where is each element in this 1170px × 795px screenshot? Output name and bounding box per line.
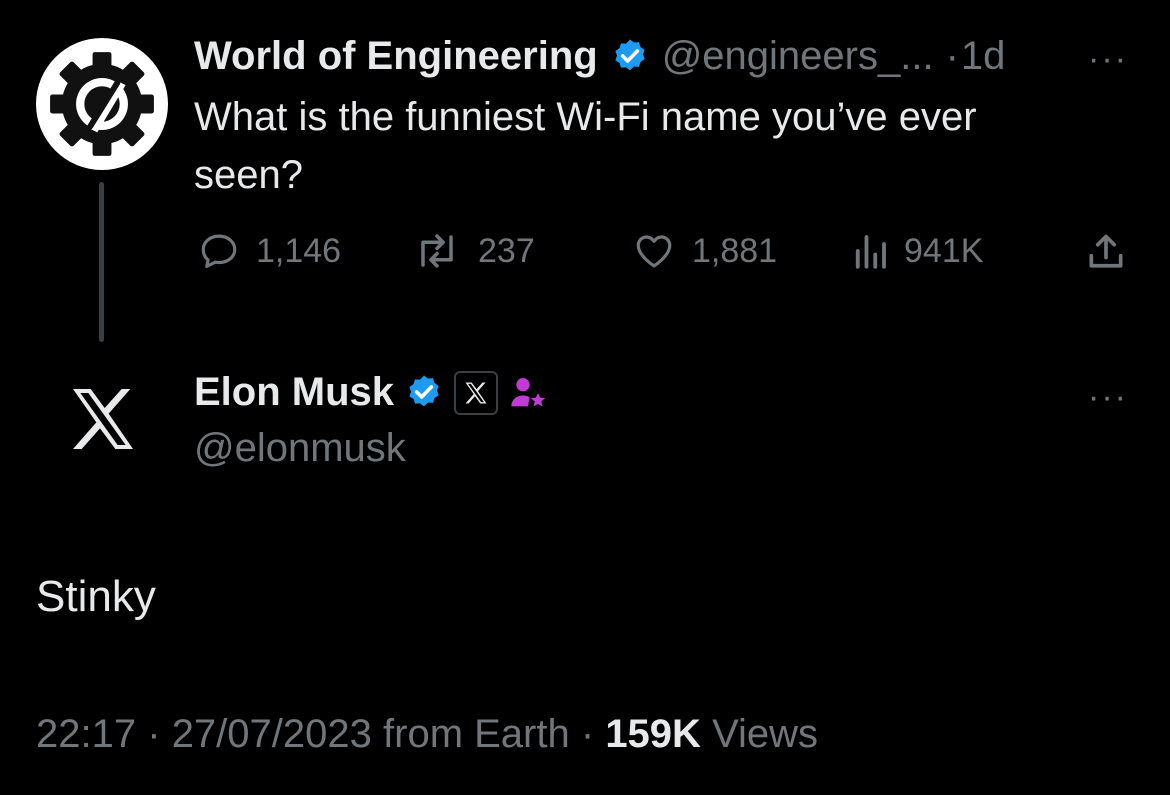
post-date[interactable]: 27/07/2023	[172, 712, 372, 756]
dot-separator: ·	[945, 34, 959, 78]
like-button[interactable]: 1,881	[630, 230, 777, 272]
tweet-meta-footer: 22:17 · 27/07/2023 from Earth · 159K Vie…	[36, 712, 818, 757]
like-count: 1,881	[692, 231, 778, 270]
reply-more-options-button[interactable]: ···	[1088, 378, 1128, 417]
retweet-icon	[421, 234, 453, 268]
tweet-text: What is the funniest Wi-Fi name you’ve e…	[194, 95, 977, 197]
analytics-bars-icon	[855, 235, 886, 269]
reply-author-handle[interactable]: @elonmusk	[194, 426, 406, 471]
author-handle[interactable]: @engineers_...	[662, 34, 934, 79]
x-logo-icon	[465, 382, 487, 403]
gear-wrench-icon	[50, 52, 154, 156]
share-icon	[1089, 234, 1123, 268]
elon-avatar[interactable]	[60, 376, 146, 462]
share-button[interactable]	[1084, 230, 1128, 279]
post-time[interactable]: 22:17	[36, 712, 136, 756]
reply-icon	[201, 234, 237, 268]
original-tweet-header: World of Engineering @engineers_... · 1d	[194, 34, 1005, 79]
retweet-count: 237	[478, 231, 535, 270]
dot-separator: ·	[580, 712, 595, 756]
thread-connector-line	[99, 182, 104, 342]
retweet-button[interactable]: 237	[410, 230, 535, 272]
heart-icon	[636, 235, 672, 268]
verified-badge-icon	[409, 375, 439, 406]
views-total[interactable]: 159K	[605, 712, 701, 756]
reply-text: Stinky	[36, 572, 156, 621]
person-star-icon	[511, 377, 546, 406]
x-logo-icon	[73, 389, 133, 449]
reply-tweet-header: Elon Musk	[194, 370, 548, 415]
verified-badge-icon	[615, 39, 645, 70]
more-options-button[interactable]: ···	[1088, 40, 1128, 79]
views-count: 941K	[904, 231, 984, 270]
dot-separator: ·	[147, 712, 161, 756]
x-affiliation-badge[interactable]	[454, 370, 499, 415]
author-name[interactable]: World of Engineering	[194, 34, 598, 79]
tweet-time[interactable]: 1d	[961, 34, 1006, 79]
reply-author-name[interactable]: Elon Musk	[194, 370, 394, 415]
engineering-avatar[interactable]	[36, 38, 168, 170]
post-source: from Earth	[383, 712, 570, 756]
views-button[interactable]: 941K	[850, 230, 983, 272]
views-label: Views	[712, 712, 819, 756]
reply-count: 1,146	[256, 231, 342, 270]
reply-button[interactable]: 1,146	[196, 230, 341, 272]
